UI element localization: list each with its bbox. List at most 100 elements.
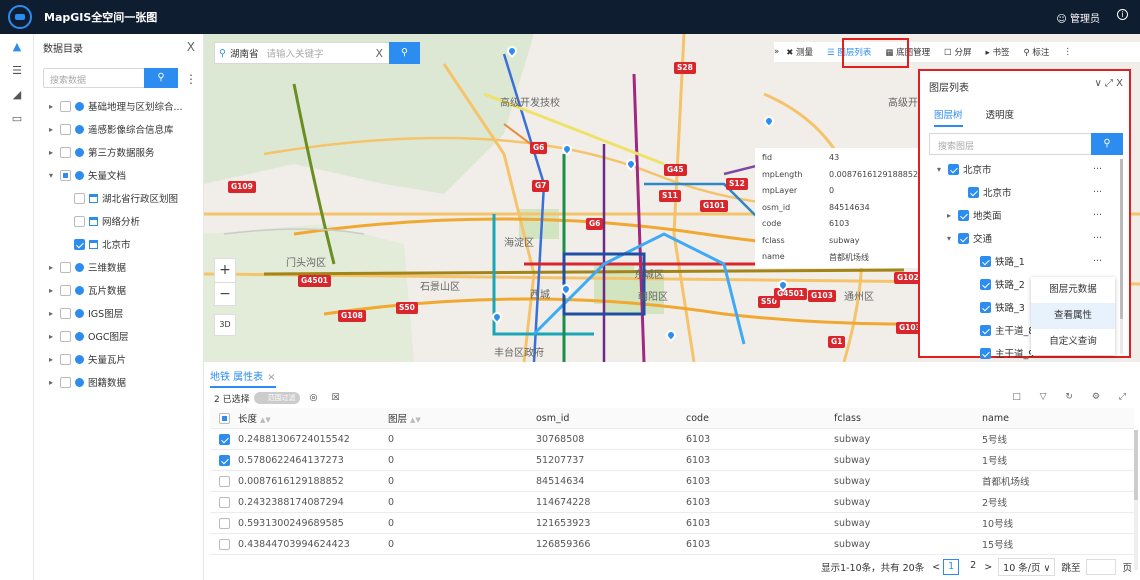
catalog-checkbox[interactable] [60,353,71,365]
toolbar-collapse-icon[interactable]: » [774,47,779,57]
catalog-checkbox[interactable] [60,261,71,273]
info-icon[interactable]: i [1117,9,1128,20]
range-filter-toggle[interactable]: 范围过滤 [253,392,300,404]
next-page-button[interactable]: > [984,562,992,573]
layer-checkbox[interactable] [980,278,991,290]
expand-arrow-icon[interactable]: ▸ [46,148,56,157]
expand-arrow-icon[interactable]: ▸ [46,102,56,111]
data-catalog-icon[interactable]: ▲ [0,34,34,58]
map-search-input[interactable]: 请输入关键字 [266,46,323,60]
catalog-checkbox[interactable] [60,376,71,388]
layer-tree-item[interactable]: ▸ 地类面 ··· [920,205,1120,225]
catalog-more-icon[interactable]: ⋮ [185,72,197,86]
tool-split-screen[interactable]: ☐ 分屏 [944,46,978,58]
layer-panel-window-controls[interactable]: ∨ ⤢ X [1094,78,1123,89]
filter-icon[interactable]: ▽ [1040,392,1047,402]
expand-arrow-icon[interactable]: ▸ [46,332,56,341]
user-menu[interactable]: ☺ 管理员 [1056,10,1100,25]
layer-checkbox[interactable] [958,232,969,244]
catalog-item[interactable]: ▸ 图籍数据 [34,372,126,392]
catalog-item[interactable]: ▸ IGS图层 [34,303,123,323]
layer-checkbox[interactable] [980,255,991,267]
layer-more-icon[interactable]: ··· [1093,164,1102,175]
expand-arrow-icon[interactable]: ▸ [46,355,56,364]
column-header-fclass[interactable]: fclass [834,413,982,424]
layer-more-icon[interactable]: ··· [1093,233,1102,244]
column-header-code[interactable]: code [686,413,834,424]
view-3d-button[interactable]: 3D [214,314,236,336]
table-row[interactable]: 0.0087616129188852 0 84514634 6103 subway 首都机… [210,471,1134,492]
catalog-checkbox[interactable] [60,330,71,342]
layer-checkbox[interactable] [980,324,991,336]
catalog-item[interactable]: 网络分析 [34,211,140,231]
column-header-length[interactable]: 长度 ▲▼ [238,411,388,425]
tab-close-icon[interactable]: × [267,372,275,383]
catalog-item[interactable]: ▸ 矢量瓦片 [34,349,126,369]
catalog-item[interactable]: ▸ 基础地理与区划综合... [34,96,183,116]
page-size-select[interactable]: 10 条/页 ∨ [998,558,1056,576]
clear-selection-icon[interactable]: ☒ [331,393,339,403]
expand-arrow-icon[interactable]: ▾ [46,171,56,180]
layer-tree-item[interactable]: ▾ 北京市 ··· [920,159,1120,179]
table-row[interactable]: 0.5931300249689585 0 121653923 6103 subway 10… [210,513,1134,534]
tool-measure[interactable]: ✖ 测量 [786,46,820,58]
row-checkbox[interactable] [218,454,230,466]
map-search-button[interactable]: ⚲ [389,42,420,64]
layer-checkbox[interactable] [980,347,991,359]
chart-icon[interactable]: □ [1012,392,1021,402]
catalog-item[interactable]: ▸ 遥感影像综合信息库 [34,119,174,139]
menu-item-view-attributes[interactable]: 查看属性 [1031,303,1115,329]
catalog-item[interactable]: ▸ 第三方数据服务 [34,142,155,162]
catalog-item[interactable]: ▸ 瓦片数据 [34,280,126,300]
expand-arrow-icon[interactable]: ▸ [46,309,56,318]
catalog-close-icon[interactable]: X [187,40,195,54]
catalog-item[interactable]: ▾ 矢量文档 [34,165,126,185]
row-checkbox[interactable] [218,538,230,550]
expand-arrow-icon[interactable]: ▸ [46,263,56,272]
refresh-icon[interactable]: ↻ [1065,392,1073,402]
catalog-checkbox[interactable] [74,192,85,204]
marker-icon[interactable]: ◢ [0,82,34,106]
column-header-osm-id[interactable]: osm_id [536,413,686,424]
layer-more-icon[interactable]: ··· [1093,187,1102,198]
catalog-search-button[interactable]: ⚲ [144,68,178,88]
catalog-checkbox[interactable] [60,146,71,158]
tab-layer-tree[interactable]: 图层树 [934,107,963,127]
table-scroll-thumb[interactable] [1134,430,1138,500]
layer-panel-scroll-thumb[interactable] [1120,159,1123,319]
layer-expand-icon[interactable]: ▾ [934,165,944,174]
catalog-checkbox[interactable] [60,169,71,181]
layer-more-icon[interactable]: ··· [1093,256,1102,267]
expand-arrow-icon[interactable]: ▸ [46,378,56,387]
monitor-icon[interactable]: ▭ [0,106,34,130]
table-row[interactable]: 0.43844703994624423 0 126859366 6103 subway 1… [210,534,1134,555]
layer-search-button[interactable]: ⚲ [1091,133,1123,155]
expand-arrow-icon[interactable]: ▸ [46,125,56,134]
catalog-checkbox[interactable] [74,215,85,227]
catalog-checkbox[interactable] [60,100,71,112]
layer-panel-scrollbar[interactable] [1120,159,1123,354]
zoom-in-button[interactable]: + [215,259,235,283]
layer-tree-item[interactable]: ▾ 交通 ··· [920,228,1120,248]
catalog-checkbox[interactable] [60,307,71,319]
table-scrollbar[interactable] [1134,430,1138,570]
province-select[interactable]: 湖南省 [230,46,259,60]
catalog-item[interactable]: 北京市 [34,234,131,254]
map-search-clear-icon[interactable]: X [375,47,383,60]
table-row[interactable]: 0.2432388174087294 0 114674228 6103 subway 2号… [210,492,1134,513]
menu-item-custom-query[interactable]: 自定义查询 [1031,329,1115,355]
layer-more-icon[interactable]: ··· [1093,210,1102,221]
row-checkbox[interactable] [218,517,230,529]
catalog-checkbox[interactable] [74,238,85,250]
catalog-checkbox[interactable] [60,123,71,135]
layer-checkbox[interactable] [948,163,959,175]
table-row[interactable]: 0.24881306724015542 0 30768508 6103 subway 5号… [210,429,1134,450]
row-checkbox[interactable] [218,433,230,445]
locate-icon[interactable]: ◎ [310,393,318,403]
row-checkbox[interactable] [218,475,230,487]
tab-opacity[interactable]: 透明度 [986,107,1015,125]
jump-page-input[interactable] [1086,559,1117,575]
select-all-checkbox[interactable] [210,412,238,424]
tab-attribute-table[interactable]: 地铁 属性表 × [210,368,276,388]
row-checkbox[interactable] [218,496,230,508]
